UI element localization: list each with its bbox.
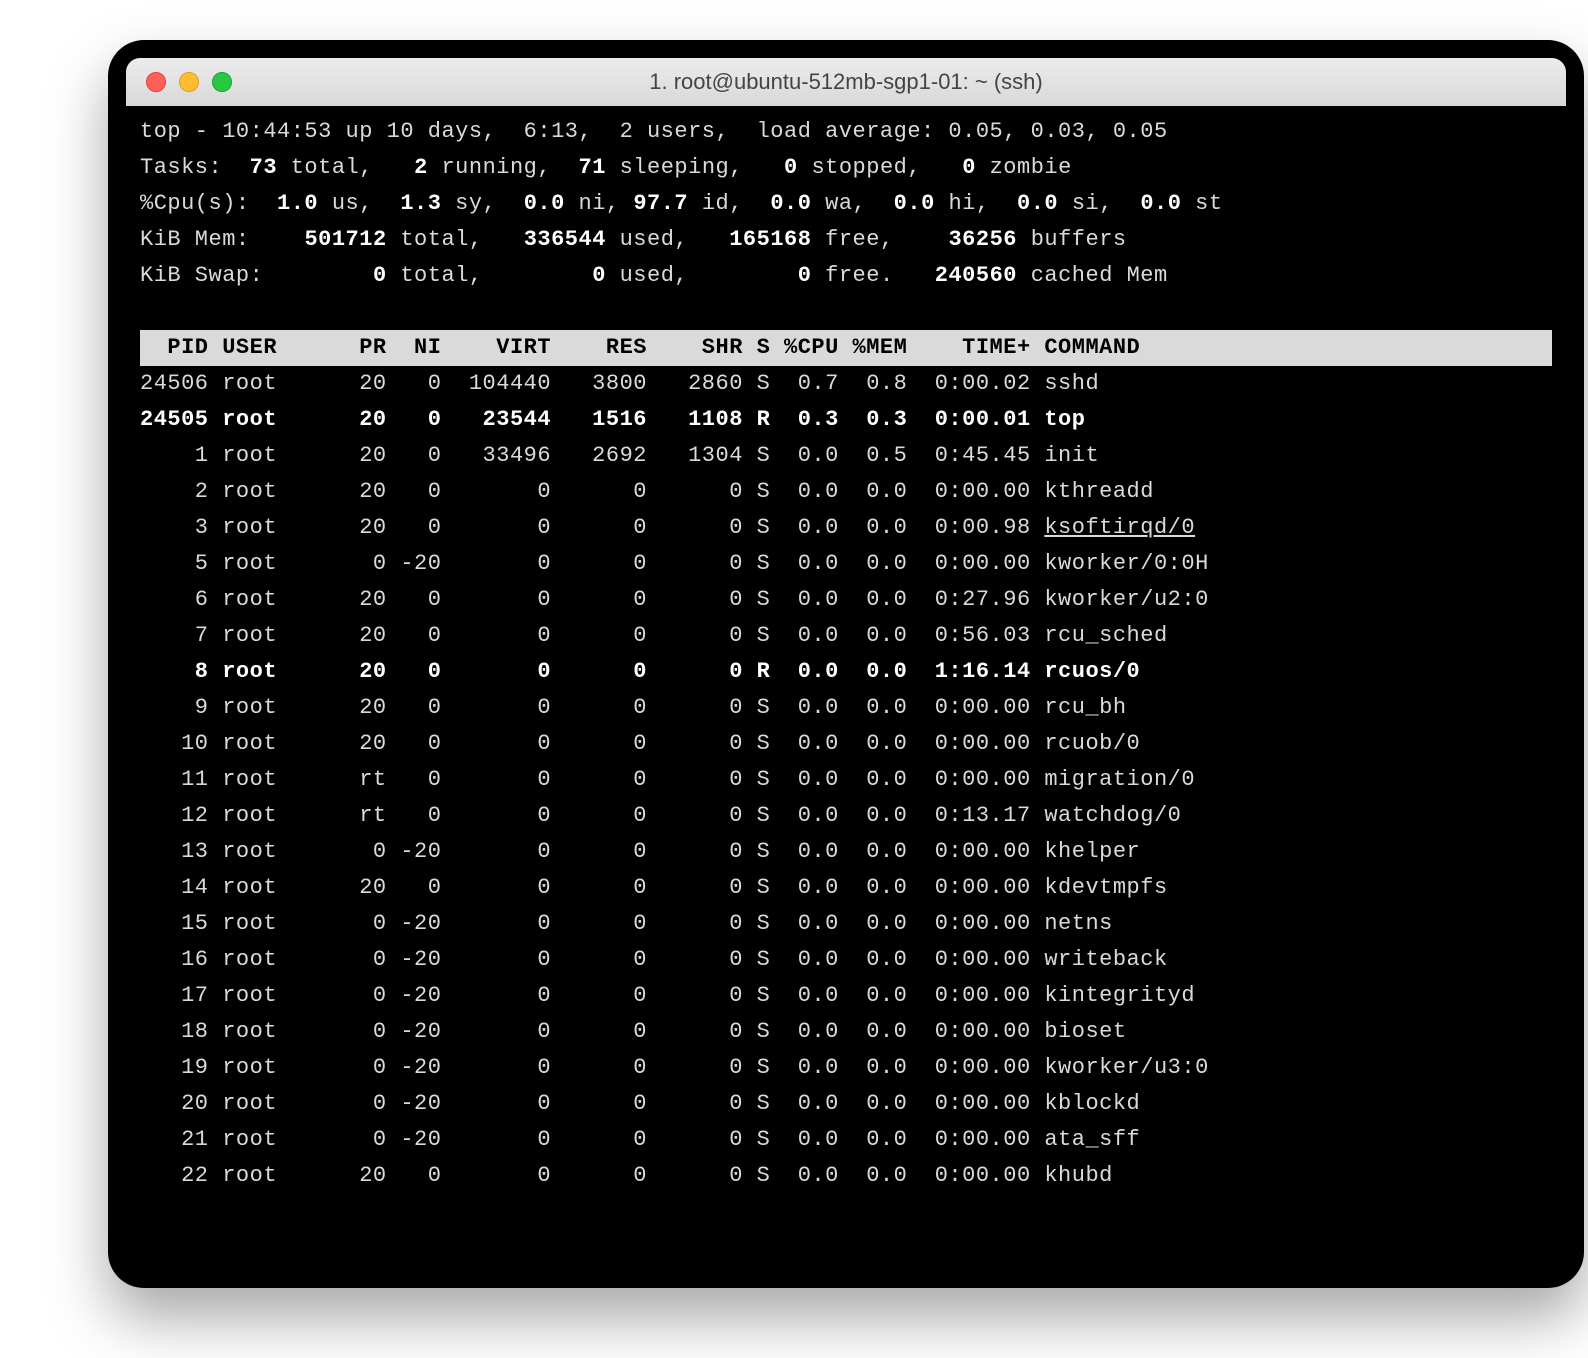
process-row: 8 root 20 0 0 0 0 R 0.0 0.0 1:16.14 rcuo…: [140, 659, 1140, 684]
summary-line: KiB Mem: 501712 total, 336544 used, 1651…: [140, 227, 1127, 252]
process-row: 24506 root 20 0 104440 3800 2860 S 0.7 0…: [140, 371, 1099, 396]
summary-value: 336544: [524, 227, 620, 252]
window-titlebar: 1. root@ubuntu-512mb-sgp1-01: ~ (ssh): [126, 58, 1566, 106]
process-row: 20 root 0 -20 0 0 0 S 0.0 0.0 0:00.00 kb…: [140, 1091, 1140, 1116]
process-row: 7 root 20 0 0 0 0 S 0.0 0.0 0:56.03 rcu_…: [140, 623, 1168, 648]
process-row: 24505 root 20 0 23544 1516 1108 R 0.3 0.…: [140, 407, 1085, 432]
process-row: 2 root 20 0 0 0 0 S 0.0 0.0 0:00.00 kthr…: [140, 479, 1154, 504]
process-row: 22 root 20 0 0 0 0 S 0.0 0.0 0:00.00 khu…: [140, 1163, 1113, 1188]
summary-line: KiB Swap: 0 total, 0 used, 0 free. 24056…: [140, 263, 1168, 288]
summary-value: 240560: [935, 263, 1031, 288]
summary-line: %Cpu(s): 1.0 us, 1.3 sy, 0.0 ni, 97.7 id…: [140, 191, 1223, 216]
process-table-header: PID USER PR NI VIRT RES SHR S %CPU %MEM …: [140, 330, 1552, 366]
process-row: 21 root 0 -20 0 0 0 S 0.0 0.0 0:00.00 at…: [140, 1127, 1140, 1152]
summary-value: 0: [962, 155, 989, 180]
summary-value: 73: [250, 155, 291, 180]
summary-value: 0.0: [1140, 191, 1195, 216]
summary-value: 0.0: [894, 191, 949, 216]
summary-value: 0.0: [1017, 191, 1072, 216]
process-row: 10 root 20 0 0 0 0 S 0.0 0.0 0:00.00 rcu…: [140, 731, 1140, 756]
process-row: 1 root 20 0 33496 2692 1304 S 0.0 0.5 0:…: [140, 443, 1099, 468]
window-title: 1. root@ubuntu-512mb-sgp1-01: ~ (ssh): [126, 69, 1566, 95]
summary-value: 0: [798, 263, 825, 288]
process-row: 6 root 20 0 0 0 0 S 0.0 0.0 0:27.96 kwor…: [140, 587, 1209, 612]
process-command: ksoftirqd/0: [1044, 515, 1195, 540]
process-row: 18 root 0 -20 0 0 0 S 0.0 0.0 0:00.00 bi…: [140, 1019, 1127, 1044]
summary-value: 0.0: [524, 191, 579, 216]
terminal-window: 1. root@ubuntu-512mb-sgp1-01: ~ (ssh) to…: [108, 40, 1584, 1288]
summary-value: 97.7: [633, 191, 702, 216]
process-row: 13 root 0 -20 0 0 0 S 0.0 0.0 0:00.00 kh…: [140, 839, 1140, 864]
summary-line: Tasks: 73 total, 2 running, 71 sleeping,…: [140, 155, 1072, 180]
process-row: 5 root 0 -20 0 0 0 S 0.0 0.0 0:00.00 kwo…: [140, 551, 1209, 576]
summary-value: 0: [373, 263, 400, 288]
summary-value: 0.0: [770, 191, 825, 216]
summary-value: 165168: [729, 227, 825, 252]
summary-value: 0: [784, 155, 811, 180]
process-row: 3 root 20 0 0 0 0 S 0.0 0.0 0:00.98 ksof…: [140, 515, 1195, 540]
summary-value: 2: [414, 155, 441, 180]
process-row: 11 root rt 0 0 0 0 S 0.0 0.0 0:00.00 mig…: [140, 767, 1195, 792]
process-row: 17 root 0 -20 0 0 0 S 0.0 0.0 0:00.00 ki…: [140, 983, 1195, 1008]
process-row: 16 root 0 -20 0 0 0 S 0.0 0.0 0:00.00 wr…: [140, 947, 1168, 972]
summary-value: 71: [579, 155, 620, 180]
summary-value: 1.3: [400, 191, 455, 216]
process-row: 12 root rt 0 0 0 0 S 0.0 0.0 0:13.17 wat…: [140, 803, 1181, 828]
summary-value: 501712: [304, 227, 400, 252]
summary-value: 1.0: [277, 191, 332, 216]
process-row: 15 root 0 -20 0 0 0 S 0.0 0.0 0:00.00 ne…: [140, 911, 1113, 936]
summary-value: 0: [592, 263, 619, 288]
process-row: 19 root 0 -20 0 0 0 S 0.0 0.0 0:00.00 kw…: [140, 1055, 1209, 1080]
process-row: 9 root 20 0 0 0 0 S 0.0 0.0 0:00.00 rcu_…: [140, 695, 1127, 720]
terminal-output[interactable]: top - 10:44:53 up 10 days, 6:13, 2 users…: [126, 106, 1566, 1208]
process-row: 14 root 20 0 0 0 0 S 0.0 0.0 0:00.00 kde…: [140, 875, 1168, 900]
summary-value: 36256: [948, 227, 1030, 252]
summary-line: top - 10:44:53 up 10 days, 6:13, 2 users…: [140, 119, 1168, 144]
